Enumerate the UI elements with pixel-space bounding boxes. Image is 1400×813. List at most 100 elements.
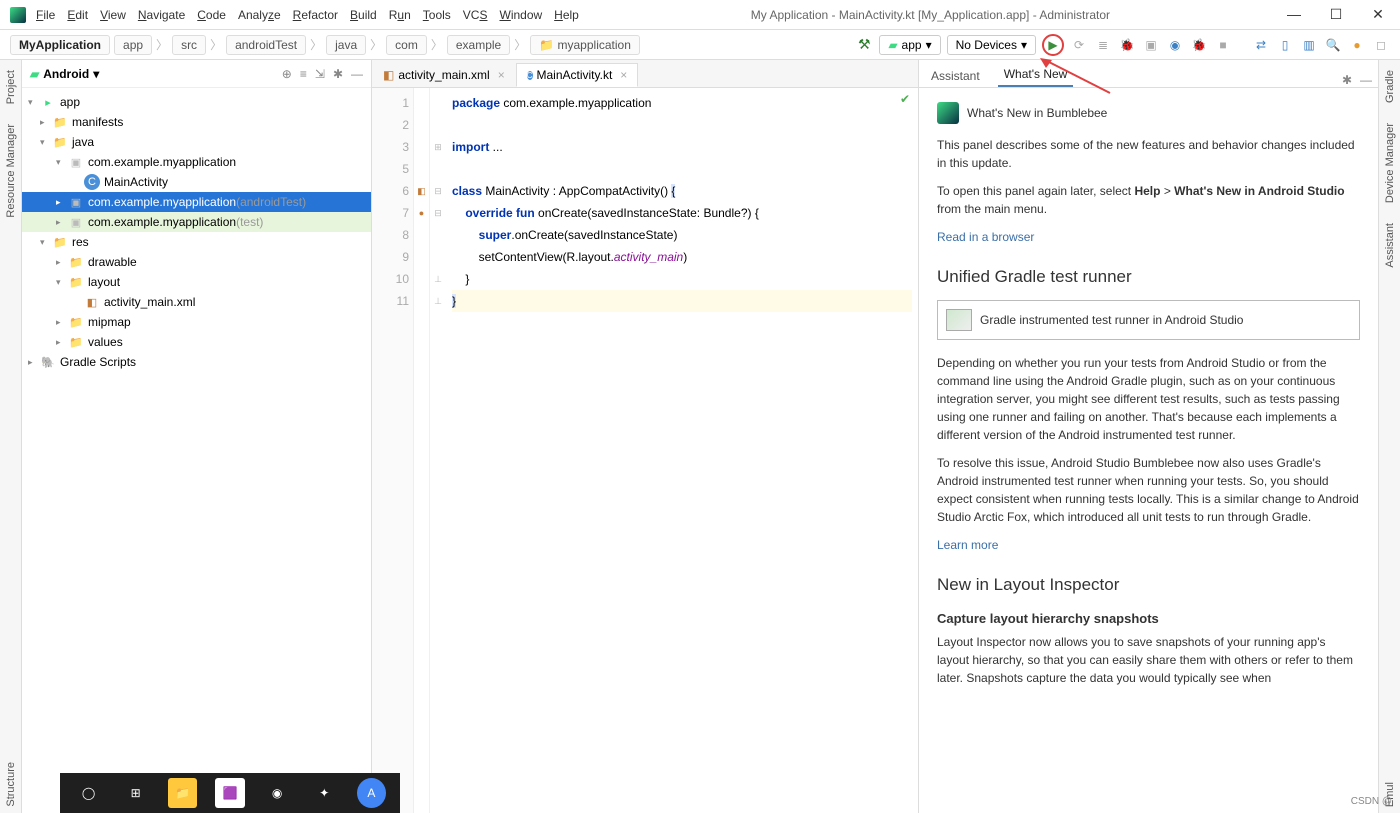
crumb-src[interactable]: src [172,35,206,55]
apply-changes-icon[interactable]: ⟳ [1070,36,1088,54]
left-tool-rail: Project Resource Manager Structure [0,60,22,813]
close-button[interactable]: ✕ [1366,6,1390,23]
menu-refactor[interactable]: Refactor [293,8,338,22]
rail-assistant[interactable]: Assistant [1384,217,1396,274]
crumb-example[interactable]: example [447,35,510,55]
code-area[interactable]: ✔ package com.example.myapplication impo… [446,88,918,813]
feature-thumbnail [946,309,972,331]
tree-row[interactable]: ◧activity_main.xml [22,292,371,312]
inspection-ok-icon: ✔ [900,92,910,106]
tab-assistant[interactable]: Assistant [925,65,986,87]
learn-more-link[interactable]: Learn more [937,538,998,552]
attach-debugger-icon[interactable]: 🐞 [1190,36,1208,54]
tree-row[interactable]: ▸🐘Gradle Scripts [22,352,371,372]
tree-row[interactable]: ▸▣com.example.myapplication (test) [22,212,371,232]
rail-gradle[interactable]: Gradle [1384,64,1396,109]
tree-row[interactable]: ▸📁mipmap [22,312,371,332]
tree-row[interactable]: CMainActivity [22,172,371,192]
menu-view[interactable]: View [100,8,126,22]
project-tree[interactable]: ▾▸app▸📁manifests▾📁java▾▣com.example.myap… [22,88,371,813]
expand-icon[interactable]: ≡ [300,67,307,81]
menu-window[interactable]: Window [499,8,542,22]
user-icon[interactable]: ◻ [1372,36,1390,54]
menu-build[interactable]: Build [350,8,377,22]
collapse-icon[interactable]: ⇲ [315,67,325,81]
rail-emulator[interactable]: Emul [1384,776,1396,813]
crumb-androidtest[interactable]: androidTest [226,35,306,55]
crumb-com[interactable]: com [386,35,427,55]
tab-activity-main-xml[interactable]: ◧activity_main.xml× [372,63,516,87]
tab-whats-new[interactable]: What's New [998,63,1074,87]
project-mode-selector[interactable]: ▰Android ▾ [30,67,99,81]
tree-row[interactable]: ▾📁res [22,232,371,252]
rail-resource-manager[interactable]: Resource Manager [5,118,17,224]
tree-row[interactable]: ▸📁manifests [22,112,371,132]
app-icon[interactable]: 🟪 [215,778,244,808]
tree-row[interactable]: ▸📁drawable [22,252,371,272]
rail-device-manager[interactable]: Device Manager [1384,117,1396,209]
close-tab-icon[interactable]: × [498,68,505,82]
menu-tools[interactable]: Tools [423,8,451,22]
coverage-icon[interactable]: ▣ [1142,36,1160,54]
build-icon[interactable]: ⚒ [855,36,873,54]
explorer-icon[interactable]: 📁 [168,778,197,808]
tree-row[interactable]: ▸▣com.example.myapplication (androidTest… [22,192,371,212]
locate-icon[interactable]: ⊕ [282,67,292,81]
avd-icon[interactable]: ▯ [1276,36,1294,54]
stop-icon[interactable]: ■ [1214,36,1232,54]
cortana-icon[interactable]: ◯ [74,778,103,808]
menu-code[interactable]: Code [197,8,226,22]
rail-project[interactable]: Project [5,64,17,110]
crumb-project[interactable]: MyApplication [10,35,110,55]
tree-row[interactable]: ▾▸app [22,92,371,112]
task-view-icon[interactable]: ⊞ [121,778,150,808]
chrome-icon[interactable]: ◉ [263,778,292,808]
main-menu: File Edit View Navigate Code Analyze Ref… [36,8,579,22]
android-studio-task-icon[interactable]: A [357,778,386,808]
menu-vcs[interactable]: VCS [463,8,488,22]
settings-icon[interactable]: ✱ [333,67,343,81]
app2-icon[interactable]: ✦ [310,778,339,808]
apply-code-icon[interactable]: ≣ [1094,36,1112,54]
whats-new-heading: What's New in Bumblebee [937,102,1360,124]
hide-icon[interactable]: — [351,67,363,81]
marker-gutter: ◧ ● [414,88,430,813]
menu-edit[interactable]: Edit [67,8,88,22]
updates-icon[interactable]: ● [1348,36,1366,54]
crumb-java[interactable]: java [326,35,366,55]
menu-help[interactable]: Help [554,8,579,22]
run-button[interactable]: ▶ [1042,34,1064,56]
sync-icon[interactable]: ⇄ [1252,36,1270,54]
menu-navigate[interactable]: Navigate [138,8,185,22]
tree-row[interactable]: ▾▣com.example.myapplication [22,152,371,172]
crumb-pkg[interactable]: 📁 myapplication [530,35,640,55]
whats-new-content[interactable]: What's New in Bumblebee This panel descr… [919,88,1378,813]
hide-panel-icon[interactable]: — [1360,73,1372,87]
run-config-selector[interactable]: ▰app▾ [879,35,940,55]
profiler-icon[interactable]: ◉ [1166,36,1184,54]
crumb-app[interactable]: app [114,35,152,55]
android-studio-icon [937,102,959,124]
code-editor[interactable]: 123567891011 ◧ ● ⊞ ⊟⊟⊥⊥ ✔ package com.ex… [372,88,918,813]
tab-mainactivity-kt[interactable]: CMainActivity.kt× [516,63,639,87]
gear-icon[interactable]: ✱ [1342,73,1352,87]
menu-run[interactable]: Run [389,8,411,22]
minimize-button[interactable]: — [1282,6,1306,23]
fold-gutter[interactable]: ⊞ ⊟⊟⊥⊥ [430,88,446,813]
rail-structure[interactable]: Structure [5,756,17,813]
sdk-icon[interactable]: ▥ [1300,36,1318,54]
windows-taskbar[interactable]: ◯ ⊞ 📁 🟪 ◉ ✦ A [60,773,400,813]
menu-analyze[interactable]: Analyze [238,8,281,22]
tree-row[interactable]: ▸📁values [22,332,371,352]
menu-file[interactable]: File [36,8,55,22]
tree-row[interactable]: ▾📁layout [22,272,371,292]
gradle-p2: To resolve this issue, Android Studio Bu… [937,454,1360,526]
close-tab-icon[interactable]: × [620,68,627,82]
tree-row[interactable]: ▾📁java [22,132,371,152]
read-in-browser-link[interactable]: Read in a browser [937,230,1034,244]
h3-snapshots: Capture layout hierarchy snapshots [937,609,1360,629]
maximize-button[interactable]: ☐ [1324,6,1348,23]
debug-icon[interactable]: 🐞 [1118,36,1136,54]
device-selector[interactable]: No Devices▾ [947,35,1036,55]
search-icon[interactable]: 🔍 [1324,36,1342,54]
